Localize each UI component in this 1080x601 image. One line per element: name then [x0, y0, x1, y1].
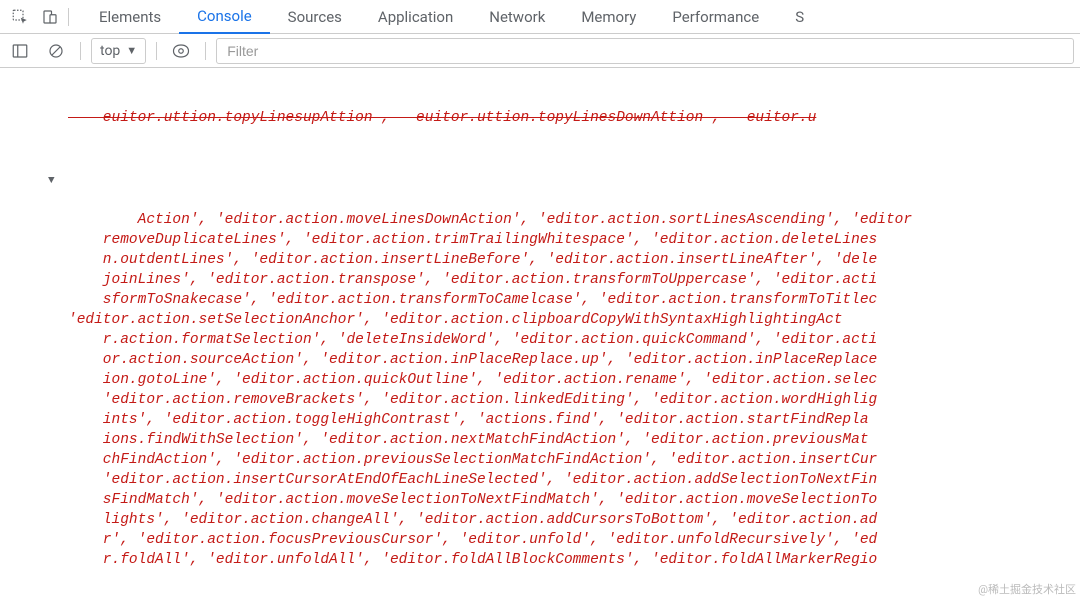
- tab-console[interactable]: Console: [179, 1, 270, 34]
- live-expression-icon[interactable]: [167, 37, 195, 65]
- devtools-tabbar: Elements Console Sources Application Net…: [0, 0, 1080, 34]
- tab-elements[interactable]: Elements: [81, 0, 179, 33]
- context-selector[interactable]: top ▼: [91, 38, 146, 64]
- watermark: @稀土掘金技术社区: [978, 581, 1076, 597]
- tabs-container: Elements Console Sources Application Net…: [81, 0, 822, 33]
- device-toolbar-icon[interactable]: [36, 3, 64, 31]
- clear-console-icon[interactable]: [42, 37, 70, 65]
- divider: [80, 42, 81, 60]
- tab-more[interactable]: S: [777, 0, 822, 33]
- console-toolbar: top ▼: [0, 34, 1080, 68]
- tab-network[interactable]: Network: [471, 0, 563, 33]
- tab-memory[interactable]: Memory: [563, 0, 654, 33]
- log-text: Action', 'editor.action.moveLinesDownAct…: [68, 212, 912, 568]
- divider: [205, 42, 206, 60]
- console-log-array: ▼ Action', 'editor.action.moveLinesDownA…: [0, 168, 1080, 592]
- sidebar-toggle-icon[interactable]: [6, 37, 34, 65]
- divider: [156, 42, 157, 60]
- context-label: top: [100, 43, 120, 59]
- expand-toggle-icon[interactable]: ▼: [48, 171, 55, 191]
- log-truncated: euitor.uttion.topyLinesupAttion , euitor…: [0, 108, 1080, 128]
- tab-performance[interactable]: Performance: [654, 0, 777, 33]
- divider: [68, 8, 69, 26]
- chevron-down-icon: ▼: [126, 44, 137, 57]
- tab-sources[interactable]: Sources: [270, 0, 360, 33]
- tab-application[interactable]: Application: [360, 0, 471, 33]
- filter-input[interactable]: [216, 38, 1074, 64]
- console-output: euitor.uttion.topyLinesupAttion , euitor…: [0, 68, 1080, 601]
- inspect-element-icon[interactable]: [6, 3, 34, 31]
